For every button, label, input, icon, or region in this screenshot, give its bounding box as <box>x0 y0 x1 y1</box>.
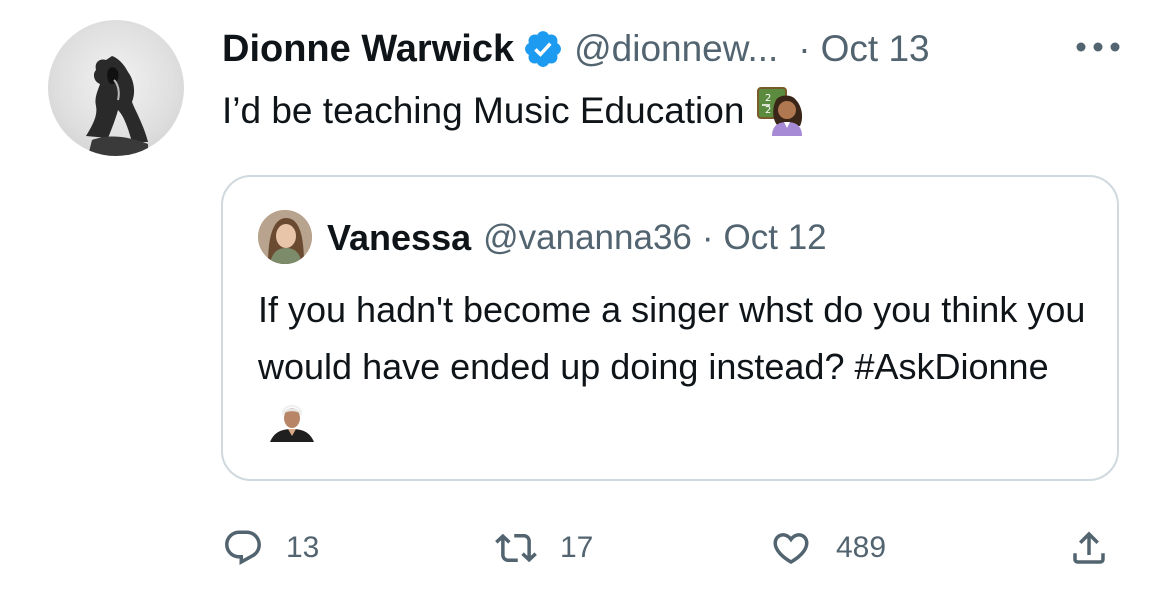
like-button[interactable]: 489 <box>768 518 886 578</box>
author-name[interactable]: Dionne Warwick <box>222 28 514 71</box>
author-handle[interactable]: @dionnew... <box>574 28 778 70</box>
author-avatar[interactable] <box>48 20 184 156</box>
action-bar: 13 17 489 <box>0 518 1170 578</box>
svg-text:2: 2 <box>765 93 771 104</box>
share-icon <box>1073 531 1105 564</box>
reply-icon <box>225 530 261 565</box>
retweet-count: 17 <box>560 531 594 564</box>
retweet-button[interactable]: 17 <box>494 518 593 578</box>
avatar-figure-icon <box>86 56 148 156</box>
quoted-tweet-text-content: If you hadn't become a singer whst do yo… <box>258 289 1086 387</box>
quoted-tweet-text: If you hadn't become a singer whst do yo… <box>258 281 1098 452</box>
share-button[interactable] <box>1068 518 1110 578</box>
tweet-date[interactable]: Oct 13 <box>821 28 930 70</box>
separator-dot: · <box>798 28 811 69</box>
quoted-tweet-date[interactable]: Oct 12 <box>724 218 827 258</box>
reply-button[interactable]: 13 <box>222 518 319 578</box>
quoted-tweet-header: Vanessa @vananna36 · Oct 12 <box>327 213 827 263</box>
quoted-tweet[interactable]: Vanessa @vananna36 · Oct 12 If you hadn'… <box>221 175 1119 481</box>
like-count: 489 <box>836 531 887 564</box>
teacher-emoji-icon: 2 2 <box>756 86 806 136</box>
tweet-text: I’d be teaching Music Education 2 2 <box>222 85 806 137</box>
retweet-icon <box>495 533 537 563</box>
more-options-icon[interactable] <box>1072 32 1124 62</box>
reply-count: 13 <box>286 531 320 564</box>
separator-dot: · <box>701 218 714 257</box>
heart-icon <box>773 533 809 565</box>
tweet[interactable]: Dionne Warwick @dionnew... · Oct 13 I’d … <box>0 0 1170 608</box>
verified-badge-icon <box>522 28 564 70</box>
tweet-text-content: I’d be teaching Music Education <box>222 90 745 131</box>
quoted-author-handle[interactable]: @vananna36 <box>483 218 692 258</box>
tweet-header: Dionne Warwick @dionnew... · Oct 13 <box>222 24 930 74</box>
dionne-emoji-icon <box>264 401 320 442</box>
quoted-author-name[interactable]: Vanessa <box>327 217 471 259</box>
svg-text:2: 2 <box>765 105 771 116</box>
quoted-author-avatar[interactable] <box>258 210 312 264</box>
